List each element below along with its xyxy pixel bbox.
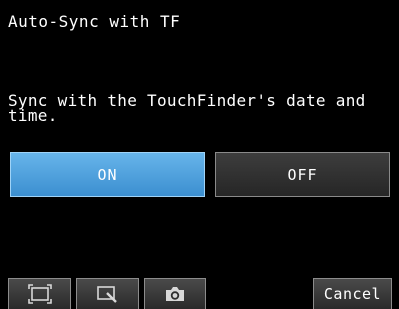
- on-button-label: ON: [97, 165, 118, 184]
- cancel-button-label: Cancel: [323, 285, 382, 303]
- page-title: Auto-Sync with TF: [8, 12, 181, 31]
- camera-icon: [163, 284, 187, 304]
- dialog-screen: Auto-Sync with TF Sync with the TouchFin…: [0, 0, 399, 309]
- fit-screen-icon: [27, 284, 52, 304]
- off-button[interactable]: OFF: [215, 152, 390, 197]
- on-button[interactable]: ON: [10, 152, 205, 197]
- zoom-icon: [96, 284, 120, 304]
- prompt-message: Sync with the TouchFinder's date and tim…: [8, 91, 366, 125]
- cancel-button[interactable]: Cancel: [313, 278, 392, 309]
- fit-screen-button[interactable]: [8, 278, 71, 309]
- capture-button[interactable]: [144, 278, 206, 309]
- zoom-button[interactable]: [76, 278, 139, 309]
- off-button-label: OFF: [287, 165, 318, 184]
